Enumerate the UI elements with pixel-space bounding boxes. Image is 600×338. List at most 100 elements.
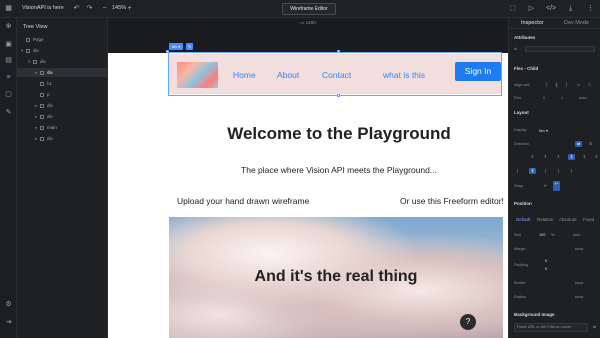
border-label: Border bbox=[514, 281, 526, 285]
tree-node[interactable]: ▾ div bbox=[17, 46, 108, 55]
justify-icon[interactable]: ⫴ bbox=[593, 154, 600, 160]
hero-image[interactable]: And it's the real thing bbox=[169, 217, 503, 338]
swap-icon[interactable]: ⇄ bbox=[591, 324, 598, 330]
size-unit[interactable]: % bbox=[551, 233, 554, 237]
code-icon[interactable]: </> bbox=[546, 4, 556, 13]
align-icon[interactable]: ⫾ bbox=[542, 168, 549, 174]
justify-icon[interactable]: ⫴ bbox=[542, 154, 549, 160]
selection-tag[interactable]: div ▾ bbox=[169, 43, 184, 50]
help-button[interactable]: ? bbox=[460, 314, 476, 330]
align-self-icon[interactable]: ▕ bbox=[542, 82, 549, 88]
attr-id-input[interactable] bbox=[525, 46, 595, 52]
design-canvas[interactable]: ▭ 1280 Home About Contact what is this S… bbox=[108, 18, 508, 338]
layers-icon[interactable]: ≡ bbox=[4, 73, 13, 82]
grid-menu-icon[interactable]: ▦ bbox=[4, 4, 13, 13]
tree-node[interactable]: ▸ div bbox=[17, 112, 108, 121]
resize-handle[interactable] bbox=[337, 94, 340, 97]
position-tab-relative[interactable]: Relative bbox=[537, 217, 553, 222]
justify-icon[interactable]: ⫴ bbox=[581, 154, 588, 160]
align-self-icon[interactable]: ═ bbox=[575, 82, 582, 88]
tree-node-label: div bbox=[40, 59, 46, 64]
add-element-icon[interactable]: ⊕ bbox=[4, 22, 13, 31]
display-label: Display bbox=[514, 128, 527, 132]
brush-icon[interactable]: ✎ bbox=[4, 108, 13, 117]
more-icon[interactable]: ⋮ bbox=[586, 4, 595, 13]
position-tab-absolute[interactable]: Absolute bbox=[559, 217, 577, 222]
align-icon[interactable]: ⫾ bbox=[555, 168, 562, 174]
align-icon[interactable]: ⫾ bbox=[514, 168, 521, 174]
justify-between-icon[interactable]: ⫼ bbox=[568, 154, 575, 160]
direction-row-icon[interactable]: ⇄ bbox=[575, 141, 582, 147]
flex-option[interactable]: 0 bbox=[543, 96, 545, 100]
justify-icon[interactable]: ⫴ bbox=[529, 154, 536, 160]
margin-value[interactable]: none bbox=[575, 247, 583, 251]
position-tab-default[interactable]: Default bbox=[516, 217, 530, 222]
wrap-icon[interactable]: ⊳ bbox=[542, 183, 549, 189]
element-icon bbox=[26, 37, 30, 42]
element-icon bbox=[40, 114, 44, 119]
justify-icon[interactable]: ⫴ bbox=[555, 154, 562, 160]
attributes-header: Attributes bbox=[514, 35, 536, 40]
background-image-input[interactable]: Paste URL or Alt+Click an asset bbox=[514, 323, 588, 332]
play-icon[interactable]: ▷ bbox=[527, 4, 536, 13]
tree-node[interactable]: ▸ div bbox=[17, 68, 108, 77]
element-icon bbox=[40, 136, 44, 141]
page-tagline[interactable]: The place where Vision API meets the Pla… bbox=[169, 165, 509, 175]
settings-icon[interactable]: ⚙ bbox=[4, 300, 13, 309]
align-icon[interactable]: ⫾ bbox=[568, 168, 575, 174]
size-auto[interactable]: auto bbox=[573, 233, 580, 237]
radius-value[interactable]: none bbox=[575, 295, 583, 299]
size-value[interactable]: 100 bbox=[539, 233, 545, 237]
tree-node-label: div bbox=[33, 48, 39, 53]
direction-label: Direction bbox=[514, 142, 529, 146]
position-tab-fixed[interactable]: Fixed bbox=[583, 217, 594, 222]
pages-icon[interactable]: ▤ bbox=[4, 56, 13, 65]
zoom-in-button[interactable]: + bbox=[125, 4, 134, 13]
tree-view-title: Tree View bbox=[23, 24, 48, 30]
align-self-icon[interactable]: ╫ bbox=[553, 82, 560, 88]
border-value[interactable]: none bbox=[575, 281, 583, 285]
inspector-tabs: Inspector Dev Mode bbox=[509, 18, 600, 29]
tab-inspector[interactable]: Inspector bbox=[521, 20, 544, 26]
tree-node-label: Page bbox=[33, 37, 44, 42]
element-icon bbox=[33, 59, 37, 64]
padding-value[interactable]: 5 bbox=[545, 259, 547, 263]
pointer-icon[interactable]: ⬚ bbox=[508, 4, 517, 13]
tree-node[interactable]: ▾ div bbox=[17, 57, 108, 66]
zoom-out-button[interactable]: − bbox=[100, 4, 109, 13]
selection-edit-icon[interactable]: ✎ bbox=[186, 43, 193, 50]
tree-node[interactable]: ▸ div bbox=[17, 101, 108, 110]
padding-value[interactable]: 5 bbox=[545, 267, 547, 271]
freeform-text[interactable]: Or use this Freeform editor! bbox=[400, 196, 504, 206]
page-heading[interactable]: Welcome to the Playground bbox=[169, 124, 509, 144]
direction-column-icon[interactable]: ⇅ bbox=[587, 141, 594, 147]
redo-icon[interactable]: ↷ bbox=[85, 4, 94, 13]
flex-option[interactable]: 1 bbox=[561, 96, 563, 100]
position-header: Position bbox=[514, 201, 532, 206]
wrap-active-icon[interactable]: ↵ bbox=[553, 181, 560, 191]
exit-icon[interactable]: ⇥ bbox=[4, 318, 13, 327]
tree-node[interactable]: h1 bbox=[17, 79, 108, 88]
align-self-icon[interactable]: ▏ bbox=[564, 82, 571, 88]
resize-handle[interactable] bbox=[166, 50, 169, 53]
hero-text[interactable]: And it's the real thing bbox=[169, 268, 503, 286]
zoom-level[interactable]: 145% bbox=[112, 5, 126, 11]
resize-handle[interactable] bbox=[337, 50, 340, 53]
download-icon[interactable]: ⤓ bbox=[566, 4, 575, 13]
wireframe-editor-button[interactable]: Wireframe Editor bbox=[282, 3, 336, 15]
tab-dev-mode[interactable]: Dev Mode bbox=[564, 20, 589, 26]
flex-option[interactable]: auto bbox=[579, 96, 586, 100]
tree-node[interactable]: Page bbox=[17, 35, 108, 44]
align-center-icon[interactable]: ⫼ bbox=[529, 168, 536, 174]
align-self-icon[interactable]: ≡ bbox=[586, 82, 593, 88]
upload-text[interactable]: Upload your hand drawn wireframe bbox=[177, 196, 309, 206]
attr-id-label: id bbox=[514, 47, 517, 51]
tree-node[interactable]: ▸ div bbox=[17, 134, 108, 143]
display-select[interactable]: flex ▾ bbox=[539, 128, 548, 133]
components-icon[interactable]: ▣ bbox=[4, 40, 13, 49]
flex-child-header: Flex - Child bbox=[514, 66, 539, 71]
undo-icon[interactable]: ↶ bbox=[72, 4, 81, 13]
tree-node[interactable]: p bbox=[17, 90, 108, 99]
assets-icon[interactable]: ▢ bbox=[4, 90, 13, 99]
tree-node[interactable]: ▸ main bbox=[17, 123, 108, 132]
